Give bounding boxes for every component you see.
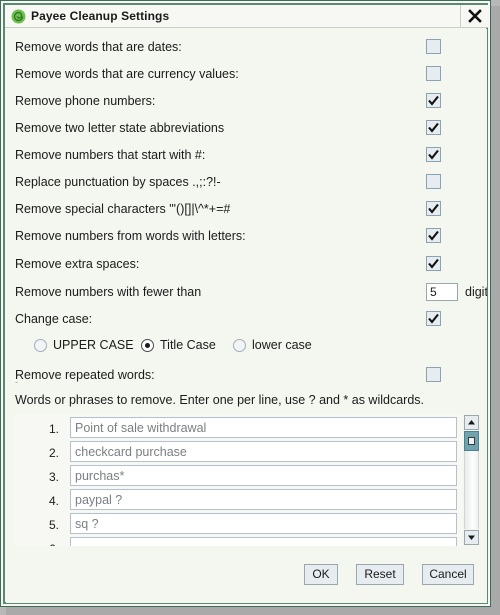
min-digits-label: Remove numbers with fewer than (15, 285, 202, 299)
checkbox-replace-punctuation[interactable] (426, 174, 441, 189)
option-label: Replace punctuation by spaces .,;:?!- (15, 175, 221, 189)
phrase-input-5[interactable] (70, 513, 457, 534)
row-number: 4. (48, 494, 59, 508)
option-row: Remove special characters "'()[]|\^*+=# (6, 198, 487, 224)
scrollbar-grip-icon (468, 437, 475, 445)
option-label: Remove numbers that start with #: (15, 148, 206, 162)
option-row: Remove words that are currency values: (6, 63, 487, 89)
arrow-up-icon (468, 420, 475, 425)
option-label: Remove phone numbers: (15, 94, 156, 108)
radio-indicator-selected (141, 339, 154, 352)
phrase-input-2[interactable] (70, 441, 457, 462)
radio-label: Title Case (160, 338, 216, 352)
cancel-button[interactable]: Cancel (422, 564, 474, 585)
dialog-window: Payee Cleanup Settings Remove words that… (0, 0, 491, 607)
check-icon (428, 230, 439, 241)
check-icon (428, 95, 439, 106)
checkbox-remove-special-chars[interactable] (426, 201, 441, 216)
option-row: Remove phone numbers: (6, 90, 487, 116)
change-case-label: Change case: (15, 312, 93, 326)
option-row: Remove words that are dates: (6, 36, 487, 62)
scrollbar-thumb[interactable] (464, 431, 479, 451)
list-item: 2. (13, 441, 462, 465)
checkbox-remove-hash-numbers[interactable] (426, 147, 441, 162)
option-row: Remove numbers from words with letters: (6, 225, 487, 251)
check-icon (428, 313, 439, 324)
check-icon (428, 149, 439, 160)
row-number: 3. (48, 470, 59, 484)
option-label: Remove numbers from words with letters: (15, 229, 246, 243)
list-item: 3. (13, 465, 462, 489)
close-icon (468, 9, 482, 23)
checkbox-remove-phone[interactable] (426, 93, 441, 108)
phrase-list-viewport: 1. 2. 3. 4. 5. (13, 414, 462, 546)
wildcard-hint-text: Words or phrases to remove. Enter one pe… (15, 393, 425, 407)
reset-button[interactable]: Reset (356, 564, 404, 585)
phrase-list-panel: 1. 2. 3. 4. 5. (13, 414, 480, 546)
row-number: 1. (48, 422, 59, 436)
row-number: 5. (48, 518, 59, 532)
phrase-input-3[interactable] (70, 465, 457, 486)
checkbox-remove-currency[interactable] (426, 66, 441, 81)
check-icon (428, 258, 439, 269)
option-row: Remove two letter state abbreviations (6, 117, 487, 143)
window-title: Payee Cleanup Settings (31, 9, 170, 23)
option-label: Remove two letter state abbreviations (15, 121, 225, 135)
list-item: 5. (13, 513, 462, 537)
row-number: 6. (39, 542, 59, 546)
option-row: Remove extra spaces: (6, 253, 487, 279)
radio-label: UPPER CASE (53, 338, 134, 352)
phrase-input-1[interactable] (70, 417, 457, 438)
title-bar: Payee Cleanup Settings (5, 5, 488, 28)
phrase-input-4[interactable] (70, 489, 457, 510)
case-option-group: UPPER CASE Title Case lower case (6, 336, 487, 360)
repeated-words-label: Remove repeated words: (15, 368, 155, 382)
checkbox-remove-dates[interactable] (426, 39, 441, 54)
list-scrollbar[interactable] (463, 414, 480, 546)
check-icon (428, 203, 439, 214)
arrow-down-icon (468, 535, 475, 540)
separator-mark: - (15, 377, 18, 387)
dialog-content: Remove words that are dates: Remove word… (6, 29, 487, 603)
option-row: Remove numbers that start with #: (6, 144, 487, 170)
row-number: 2. (48, 446, 59, 460)
repeated-words-row: Remove repeated words: (6, 364, 487, 390)
dialog-button-bar: OK Reset Cancel (6, 564, 487, 594)
option-label: Remove words that are dates: (15, 40, 182, 54)
scroll-down-button[interactable] (464, 530, 479, 545)
ok-button[interactable]: OK (304, 564, 338, 585)
option-label: Remove special characters "'()[]|\^*+=# (15, 202, 231, 216)
checkbox-change-case[interactable] (426, 311, 441, 326)
checkbox-remove-extra-spaces[interactable] (426, 256, 441, 271)
list-item: 4. (13, 489, 462, 513)
option-label: Remove extra spaces: (15, 257, 140, 271)
radio-label: lower case (252, 338, 312, 352)
option-label: Remove words that are currency values: (15, 67, 239, 81)
radio-indicator (233, 339, 246, 352)
phrase-input-6[interactable] (70, 537, 457, 546)
check-icon (428, 122, 439, 133)
min-digits-input[interactable] (426, 283, 458, 301)
checkbox-remove-numbers-in-words[interactable] (426, 228, 441, 243)
change-case-row: Change case: (6, 308, 487, 334)
list-item: 1. (13, 417, 462, 441)
min-digits-row: Remove numbers with fewer than digits (6, 281, 487, 307)
checkbox-remove-state-abbrev[interactable] (426, 120, 441, 135)
scroll-up-button[interactable] (464, 415, 479, 430)
checkbox-remove-repeated-words[interactable] (426, 367, 441, 382)
radio-indicator (34, 339, 47, 352)
min-digits-suffix: digits (465, 285, 487, 299)
spiral-icon (11, 9, 26, 24)
close-button[interactable] (460, 5, 488, 27)
option-row: Replace punctuation by spaces .,;:?!- (6, 171, 487, 197)
list-item: 6. (13, 537, 462, 546)
